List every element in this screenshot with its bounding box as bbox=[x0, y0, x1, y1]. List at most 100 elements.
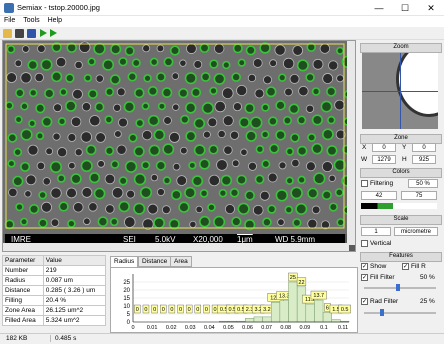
color-high-input[interactable]: 75 bbox=[401, 191, 437, 200]
maximize-button[interactable]: ☐ bbox=[392, 0, 418, 16]
pore bbox=[41, 201, 52, 213]
x-tick-label: 0.09 bbox=[299, 325, 310, 331]
detected-pore bbox=[296, 145, 308, 157]
detected-pore bbox=[19, 217, 29, 226]
table-row[interactable]: Zone Area 26.125 um^2 bbox=[2, 305, 107, 316]
detected-pore bbox=[87, 88, 98, 99]
color-range-bar[interactable] bbox=[361, 203, 437, 209]
detected-pore bbox=[290, 132, 300, 143]
pore bbox=[156, 44, 165, 53]
detected-pore bbox=[326, 86, 337, 97]
detected-pore bbox=[38, 190, 47, 200]
histogram-bar bbox=[296, 286, 307, 323]
zone-x-input[interactable]: 0 bbox=[372, 143, 396, 152]
tab-radius[interactable]: Radius bbox=[110, 256, 139, 267]
detected-pore bbox=[184, 72, 197, 85]
pore bbox=[67, 133, 77, 142]
detected-pore bbox=[141, 160, 151, 170]
detected-pore bbox=[209, 59, 219, 69]
title-bar: Semiax - tstop.20000.jpg — ☐ ✕ bbox=[0, 0, 444, 16]
detected-pore bbox=[123, 101, 136, 113]
menu-file[interactable]: File bbox=[0, 16, 19, 24]
fill-filter-slider[interactable] bbox=[364, 287, 436, 289]
detected-pore bbox=[135, 118, 145, 128]
rad-filter-checkbox[interactable]: ✓ bbox=[361, 298, 368, 305]
detected-pore bbox=[260, 130, 270, 139]
chart-icon[interactable] bbox=[27, 29, 36, 38]
save-icon[interactable] bbox=[15, 29, 24, 38]
x-tick-label: 0.04 bbox=[204, 325, 215, 331]
detected-pore bbox=[109, 217, 119, 227]
horizontal-scrollbar[interactable] bbox=[3, 243, 349, 251]
color-low-input[interactable]: 42 bbox=[361, 191, 397, 200]
table-row[interactable]: Distance 0.285 ( 3.26 ) um bbox=[2, 285, 107, 296]
table-row[interactable]: Radius 0.087 um bbox=[2, 275, 107, 286]
features-header[interactable]: Features bbox=[360, 252, 442, 262]
open-folder-icon[interactable] bbox=[3, 29, 12, 38]
window-title: Semiax - tstop.20000.jpg bbox=[17, 3, 100, 12]
vertical-scrollbar[interactable] bbox=[347, 41, 355, 245]
fill-filter-label: Fill Filter bbox=[370, 274, 395, 281]
app-icon bbox=[4, 3, 14, 13]
detected-pore bbox=[139, 186, 153, 199]
y-tick-label: 0 bbox=[127, 320, 131, 326]
sem-image-view[interactable]: IMRE SEI 5.0kV X20,000 1μm WD 5.9mm bbox=[2, 40, 356, 252]
zoom-header[interactable]: Zoom bbox=[360, 43, 442, 53]
scale-value-select[interactable]: 1 bbox=[361, 227, 391, 236]
tab-distance[interactable]: Distance bbox=[138, 256, 172, 267]
pore bbox=[95, 132, 106, 143]
menu-help[interactable]: Help bbox=[44, 16, 66, 24]
scale-unit-select[interactable]: micrometre bbox=[394, 227, 438, 236]
menu-tools[interactable]: Tools bbox=[19, 16, 43, 24]
close-button[interactable]: ✕ bbox=[418, 0, 444, 16]
play-icon[interactable] bbox=[40, 29, 47, 37]
colors-header[interactable]: Colors bbox=[360, 168, 442, 178]
detected-pore bbox=[161, 87, 173, 98]
vertical-checkbox[interactable] bbox=[361, 240, 368, 247]
zone-y-input[interactable]: 0 bbox=[412, 143, 436, 152]
x-tick-label: 0.05 bbox=[223, 325, 234, 331]
detected-pore bbox=[58, 201, 69, 212]
histogram-bar bbox=[331, 319, 341, 323]
fast-forward-icon[interactable] bbox=[50, 29, 57, 37]
pore bbox=[83, 217, 91, 226]
rad-filter-slider[interactable] bbox=[364, 312, 436, 314]
bar-value-label: 3.2 bbox=[263, 307, 271, 313]
status-bar: 182 KB 0.485 s bbox=[0, 333, 444, 344]
rad-filter-slider-thumb[interactable] bbox=[380, 309, 384, 316]
pore bbox=[126, 189, 136, 199]
minimize-button[interactable]: — bbox=[366, 0, 392, 16]
detected-pore bbox=[148, 144, 161, 157]
zone-h-input[interactable]: 925 bbox=[412, 155, 436, 164]
pore bbox=[25, 174, 37, 186]
detected-pore bbox=[334, 188, 344, 197]
pore bbox=[36, 161, 46, 171]
scale-header[interactable]: Scale bbox=[360, 215, 442, 225]
fill-filter-slider-thumb[interactable] bbox=[396, 284, 400, 291]
pore bbox=[116, 87, 126, 97]
filtering-checkbox[interactable] bbox=[361, 180, 368, 187]
pore bbox=[305, 104, 315, 113]
detected-pore bbox=[275, 100, 286, 111]
filtering-select[interactable]: 50 % bbox=[408, 179, 438, 188]
zone-w-label: W bbox=[361, 156, 368, 163]
fill-r-checkbox[interactable]: ✓ bbox=[402, 263, 409, 270]
detected-pore bbox=[171, 189, 182, 201]
detected-pore bbox=[307, 132, 317, 142]
show-checkbox[interactable]: ✓ bbox=[361, 263, 368, 270]
param-name: Number bbox=[2, 265, 44, 276]
pore bbox=[298, 85, 309, 97]
fill-filter-checkbox[interactable]: ✓ bbox=[361, 274, 368, 281]
histogram-bar bbox=[245, 318, 255, 323]
detected-pore bbox=[213, 215, 226, 228]
detected-pore bbox=[268, 116, 278, 127]
pore bbox=[277, 218, 285, 226]
pore bbox=[88, 202, 98, 212]
zone-w-input[interactable]: 1279 bbox=[372, 155, 396, 164]
table-row[interactable]: Number 219 bbox=[2, 265, 107, 276]
tab-area[interactable]: Area bbox=[170, 256, 192, 267]
detected-pore bbox=[20, 128, 33, 141]
table-row[interactable]: Filling 20.4 % bbox=[2, 295, 107, 306]
table-row[interactable]: Filled Area 5.324 um^2 bbox=[2, 315, 107, 326]
pore bbox=[37, 44, 46, 53]
